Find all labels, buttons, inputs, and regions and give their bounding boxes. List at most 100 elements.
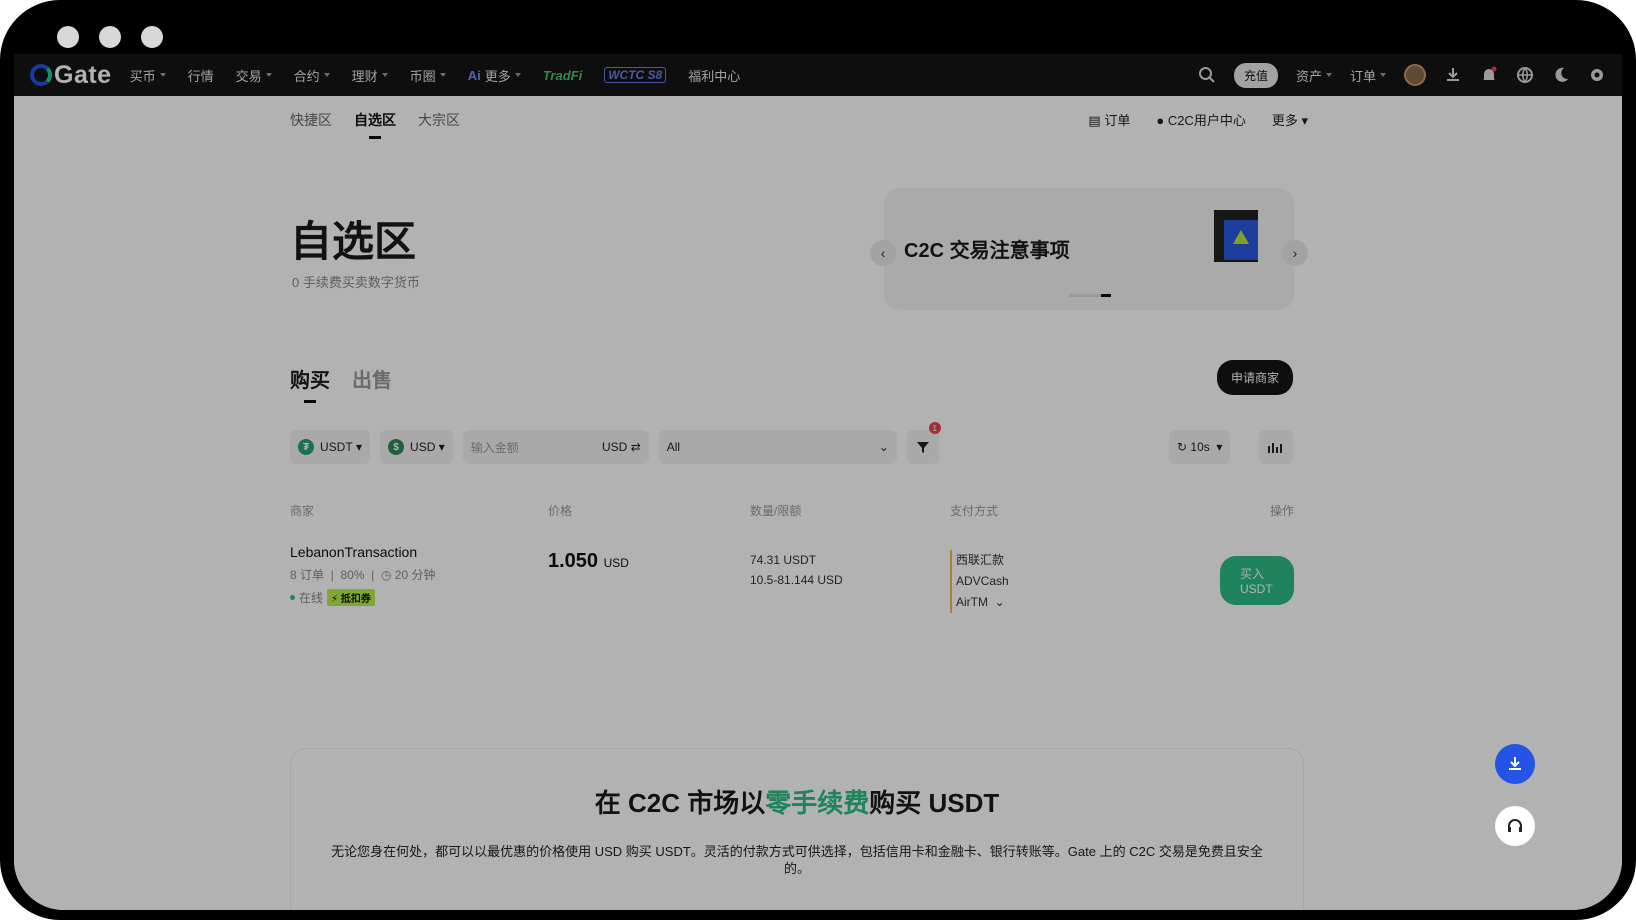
download-icon	[1509, 757, 1521, 770]
sub-nav: 快捷区 自选区 大宗区	[290, 110, 460, 139]
carousel-pager	[1069, 294, 1111, 297]
chevron-down-icon	[1325, 73, 1332, 77]
info-title: 在 C2C 市场以零手续费购买 USDT	[594, 788, 1000, 818]
nav-item-market[interactable]: 行情	[188, 66, 214, 85]
chevron-left-icon[interactable]: ‹	[870, 240, 896, 266]
top-nav: Gate 买币 行情 交易 合约 理财 币圈 Ai 更多 TradFi WCTC …	[14, 54, 1622, 96]
recharge-button[interactable]: 充值	[1233, 62, 1278, 88]
apply-merchant-button[interactable]: 申请商家	[1217, 360, 1294, 395]
more-menu[interactable]: 更多 ▾	[1272, 110, 1308, 129]
page-title: 自选区	[290, 218, 417, 265]
nav-item-futures[interactable]: 合约	[294, 66, 330, 85]
chevron-down-icon: ⌄	[994, 595, 1005, 609]
chevron-down-icon	[381, 73, 388, 77]
nav-item-buy[interactable]: 买币	[130, 66, 166, 85]
nav-item-welfare[interactable]: 福利中心	[688, 66, 740, 85]
tether-icon: ₮	[298, 439, 314, 455]
logo-text: Gate	[54, 60, 112, 89]
ai-icon: Ai	[467, 67, 481, 83]
bell-icon[interactable]	[1480, 66, 1498, 84]
sub-nav-right: ▤ 订单 ● C2C用户中心 更多 ▾	[1088, 110, 1308, 129]
fiat-select[interactable]: $ USD ▾	[380, 430, 453, 464]
payment-cell: 西联汇款 ADVCash AirTM ⌄	[950, 550, 1009, 613]
info-text: 无论您身在何处，都可以以最优惠的价格使用 USD 购买 USDT。灵活的付款方式…	[331, 844, 1263, 876]
nav-item-wctc[interactable]: WCTC S8	[604, 67, 667, 83]
funnel-icon	[916, 442, 929, 453]
filter-button[interactable]: 1	[906, 422, 941, 464]
c2c-page: 快捷区 自选区 大宗区 ▤ 订单 ● C2C用户中心 更多 ▾ 自选区 0 手续…	[14, 96, 1622, 910]
avatar[interactable]	[1404, 64, 1426, 86]
tab-sell[interactable]: 出售	[352, 364, 392, 393]
download-app-button[interactable]	[1495, 744, 1535, 784]
swap-icon[interactable]: ⇄	[631, 440, 641, 454]
payment-method: ADVCash	[950, 571, 1009, 592]
chevron-down-icon: ▾	[438, 440, 445, 454]
assets-menu[interactable]: 资产	[1296, 66, 1332, 85]
nav-item-more[interactable]: Ai 更多	[468, 66, 521, 85]
amount-input[interactable]: 输入金额 USD ⇄	[462, 430, 649, 464]
refresh-icon: ↻	[1177, 440, 1191, 454]
chevron-down-icon	[265, 73, 272, 77]
notice-text: C2C 交易注意事项	[904, 240, 1070, 262]
nav-item-earn[interactable]: 理财	[352, 66, 388, 85]
chevron-down-icon: ▾	[1216, 440, 1223, 454]
limit-range: 10.5-81.144 USD	[750, 573, 843, 587]
payment-method: 西联汇款	[950, 550, 1009, 571]
gate-logo[interactable]: Gate	[30, 61, 112, 90]
dollar-icon: $	[388, 439, 405, 455]
user-center-link[interactable]: ● C2C用户中心	[1156, 110, 1245, 129]
qty-cell: 74.31 USDT 10.5-81.144 USD	[750, 550, 843, 590]
crypto-select[interactable]: ₮ USDT ▾	[290, 430, 371, 464]
gate-logo-icon	[30, 64, 52, 86]
window-dot	[99, 26, 121, 48]
chevron-down-icon	[514, 73, 521, 77]
chevron-right-icon[interactable]: ›	[1282, 240, 1308, 266]
search-icon[interactable]	[1198, 66, 1216, 84]
orders-menu[interactable]: 订单	[1350, 66, 1386, 85]
globe-icon[interactable]	[1516, 66, 1534, 84]
info-section: 在 C2C 市场以零手续费购买 USDT 无论您身在何处，都可以以最优惠的价格使…	[290, 748, 1304, 910]
nav-item-trade[interactable]: 交易	[236, 66, 272, 85]
trade-tabs: 购买 出售	[290, 364, 392, 403]
download-icon[interactable]	[1444, 66, 1462, 84]
support-button[interactable]	[1495, 806, 1535, 846]
refresh-select[interactable]: ↻ 10s ▾	[1169, 430, 1231, 464]
col-price: 价格	[548, 504, 573, 518]
tab-express[interactable]: 快捷区	[290, 110, 332, 130]
chart-button[interactable]	[1259, 430, 1293, 464]
col-payment: 支付方式	[950, 504, 999, 518]
chevron-down-icon	[439, 73, 446, 77]
page-subtitle: 0 手续费买卖数字货币	[292, 275, 420, 290]
nav-right: 充值 资产 订单	[1198, 54, 1606, 96]
window-dot	[141, 26, 163, 48]
gear-icon[interactable]	[1588, 66, 1606, 84]
window-dot	[57, 26, 79, 48]
filters-bar: ₮ USDT ▾ $ USD ▾ 输入金额 USD ⇄ All ⌄ 1	[290, 422, 941, 464]
orders-link[interactable]: ▤ 订单	[1088, 110, 1130, 129]
chevron-down-icon	[159, 73, 166, 77]
payment-method-expandable[interactable]: AirTM ⌄	[950, 592, 1009, 613]
chevron-down-icon: ⌄	[878, 440, 889, 454]
headset-icon	[1508, 819, 1522, 832]
chart-icon	[1268, 443, 1282, 453]
spotlight-merchant	[214, 526, 514, 616]
screen: Gate 买币 行情 交易 合约 理财 币圈 Ai 更多 TradFi WCTC …	[14, 54, 1622, 910]
document-icon: ▤	[1088, 113, 1105, 128]
notice-banner[interactable]: ‹ C2C 交易注意事项 ›	[870, 188, 1308, 310]
chevron-down-icon	[323, 73, 330, 77]
tab-buy[interactable]: 购买	[290, 364, 330, 403]
tab-custom[interactable]: 自选区	[354, 110, 396, 139]
buy-usdt-button[interactable]: 买入 USDT	[1220, 556, 1294, 605]
chevron-down-icon: ▾	[356, 440, 363, 454]
nav-item-tradfi[interactable]: TradFi	[543, 68, 583, 83]
tab-block[interactable]: 大宗区	[418, 110, 460, 130]
payment-select[interactable]: All ⌄	[658, 430, 897, 464]
col-action: 操作	[1269, 504, 1294, 518]
pager-active	[1101, 294, 1111, 297]
nav-item-web3[interactable]: 币圈	[410, 66, 446, 85]
price-cell: 1.050 USD	[548, 550, 629, 572]
moon-icon[interactable]	[1552, 66, 1570, 84]
device-frame: Gate 买币 行情 交易 合约 理财 币圈 Ai 更多 TradFi WCTC …	[0, 0, 1636, 920]
user-icon: ●	[1156, 113, 1168, 128]
col-merchant: 商家	[290, 504, 315, 518]
